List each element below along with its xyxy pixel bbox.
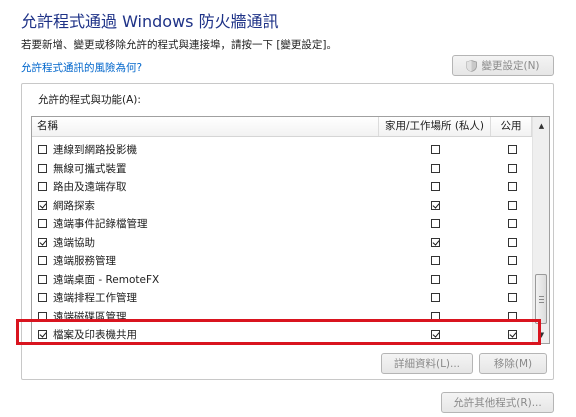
private-network-checkbox[interactable] <box>431 163 440 173</box>
list-item[interactable]: 遠端排程工作管理 <box>32 289 532 307</box>
program-name: 遠端事件記錄檔管理 <box>53 218 148 230</box>
program-enabled-checkbox[interactable] <box>38 200 47 210</box>
private-network-checkbox[interactable] <box>431 293 440 302</box>
public-network-checkbox[interactable] <box>508 145 517 154</box>
details-button[interactable]: 詳細資料(L)... <box>381 353 473 374</box>
private-network-checkbox[interactable] <box>431 274 440 284</box>
program-enabled-checkbox[interactable] <box>38 145 47 154</box>
page-title: 允許程式通過 Windows 防火牆通訊 <box>21 12 279 31</box>
private-network-checkbox[interactable] <box>431 237 440 247</box>
public-network-checkbox[interactable] <box>508 163 517 173</box>
private-network-checkbox[interactable] <box>431 145 440 154</box>
program-name: 遠端協助 <box>53 236 95 249</box>
private-network-checkbox[interactable] <box>431 182 440 191</box>
program-name: 遠端桌面 - RemoteFX <box>53 273 160 286</box>
program-enabled-checkbox[interactable] <box>38 256 47 265</box>
uac-shield-icon <box>466 59 478 72</box>
program-enabled-checkbox[interactable] <box>38 274 47 284</box>
private-network-checkbox[interactable] <box>431 311 440 321</box>
private-network-checkbox[interactable] <box>431 219 440 228</box>
allowed-programs-list[interactable]: 名稱 家用/工作場所 (私人) 公用 連線到網路投影機 無線可攜式裝置 路由及遠端存… <box>31 116 550 344</box>
program-name: 遠端服務管理 <box>53 255 116 267</box>
program-name: 路由及遠端存取 <box>53 181 127 193</box>
program-name: 網路探索 <box>53 199 95 212</box>
program-enabled-checkbox[interactable] <box>38 237 47 247</box>
list-item[interactable]: 遠端服務管理 <box>32 252 532 270</box>
program-enabled-checkbox[interactable] <box>38 330 47 339</box>
program-enabled-checkbox[interactable] <box>38 293 47 302</box>
public-network-checkbox[interactable] <box>508 256 517 265</box>
public-network-checkbox[interactable] <box>508 219 517 228</box>
list-item[interactable]: 遠端事件記錄檔管理 <box>32 215 532 233</box>
program-name: 連線到網路投影機 <box>53 144 137 156</box>
public-network-checkbox[interactable] <box>508 237 517 247</box>
private-network-checkbox[interactable] <box>431 256 440 265</box>
list-item[interactable]: 路由及遠端存取 <box>32 178 532 196</box>
program-name: 無線可攜式裝置 <box>53 162 127 175</box>
public-network-checkbox[interactable] <box>508 274 517 284</box>
private-network-checkbox[interactable] <box>431 200 440 210</box>
list-item[interactable]: 遠端協助 <box>32 234 532 252</box>
list-item[interactable]: 遠端桌面 - RemoteFX <box>32 271 532 289</box>
page-subtitle: 若要新增、變更或移除允許的程式與連接埠，請按一下 [變更設定]。 <box>21 39 338 51</box>
public-network-checkbox[interactable] <box>508 293 517 302</box>
program-enabled-checkbox[interactable] <box>38 182 47 191</box>
public-network-checkbox[interactable] <box>508 182 517 191</box>
scroll-down-arrow-icon[interactable]: ▼ <box>533 326 549 343</box>
public-network-checkbox[interactable] <box>508 200 517 210</box>
list-item[interactable]: 檔案及印表機共用 <box>32 326 532 343</box>
change-settings-button[interactable]: 變更設定(N) <box>452 55 554 76</box>
allowed-programs-label: 允許的程式與功能(A): <box>38 94 141 106</box>
program-name: 遠端排程工作管理 <box>53 292 137 304</box>
list-item[interactable]: 遠端磁碟區管理 <box>32 308 532 326</box>
scrollbar-thumb[interactable] <box>535 274 547 324</box>
list-header: 名稱 家用/工作場所 (私人) 公用 <box>32 117 532 137</box>
scroll-up-arrow-icon[interactable]: ▲ <box>533 117 549 134</box>
private-network-checkbox[interactable] <box>431 330 440 339</box>
program-enabled-checkbox[interactable] <box>38 219 47 228</box>
list-item[interactable]: 無線可攜式裝置 <box>32 160 532 178</box>
remove-button[interactable]: 移除(M) <box>479 353 547 374</box>
list-item[interactable]: 連線到網路投影機 <box>32 141 532 159</box>
risk-info-link[interactable]: 允許程式通訊的風險為何? <box>21 60 142 75</box>
public-network-checkbox[interactable] <box>508 311 517 321</box>
list-item[interactable]: 網路探索 <box>32 197 532 215</box>
program-enabled-checkbox[interactable] <box>38 311 47 321</box>
column-header-public[interactable]: 公用 <box>491 117 532 136</box>
allow-other-program-button[interactable]: 允許其他程式(R)... <box>441 392 554 413</box>
program-name: 遠端磁碟區管理 <box>53 310 127 323</box>
vertical-scrollbar[interactable]: ▲ ▼ <box>532 117 549 343</box>
public-network-checkbox[interactable] <box>508 330 517 339</box>
program-name: 檔案及印表機共用 <box>53 329 137 341</box>
column-header-private[interactable]: 家用/工作場所 (私人) <box>379 117 491 136</box>
column-header-name[interactable]: 名稱 <box>32 117 379 136</box>
change-settings-label: 變更設定(N) <box>481 60 540 72</box>
program-enabled-checkbox[interactable] <box>38 163 47 173</box>
